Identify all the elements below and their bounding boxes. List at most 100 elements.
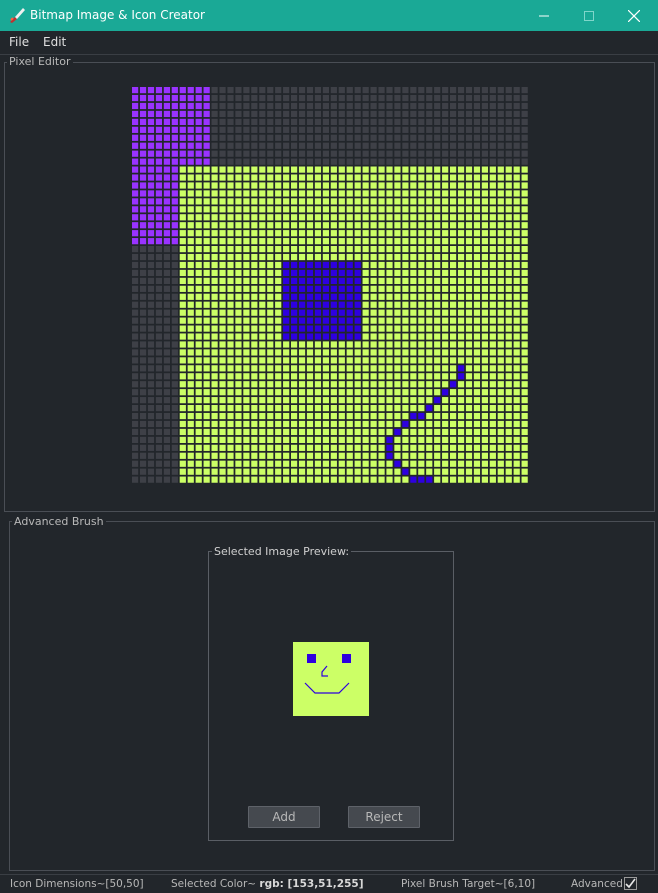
pixel-cell[interactable] bbox=[147, 381, 155, 388]
pixel-cell[interactable] bbox=[139, 293, 147, 300]
pixel-cell[interactable] bbox=[291, 102, 298, 110]
pixel-cell[interactable] bbox=[235, 158, 242, 165]
pixel-cell[interactable] bbox=[394, 214, 401, 221]
pixel-cell[interactable] bbox=[251, 142, 258, 149]
pixel-cell[interactable] bbox=[314, 397, 322, 404]
pixel-cell[interactable] bbox=[489, 230, 496, 237]
pixel-cell[interactable] bbox=[330, 397, 337, 404]
pixel-cell[interactable] bbox=[163, 460, 170, 467]
pixel-cell[interactable] bbox=[394, 309, 401, 316]
pixel-cell[interactable] bbox=[410, 198, 417, 205]
pixel-cell[interactable] bbox=[147, 357, 155, 364]
pixel-cell[interactable] bbox=[195, 293, 202, 300]
pixel-cell[interactable] bbox=[505, 285, 512, 292]
pixel-cell[interactable] bbox=[132, 293, 139, 300]
pixel-cell[interactable] bbox=[132, 150, 139, 157]
pixel-cell[interactable] bbox=[426, 301, 433, 308]
pixel-cell[interactable] bbox=[171, 214, 178, 221]
pixel-cell[interactable] bbox=[227, 246, 234, 253]
pixel-cell[interactable] bbox=[521, 222, 528, 229]
pixel-cell[interactable] bbox=[203, 405, 210, 412]
pixel-cell[interactable] bbox=[513, 452, 520, 459]
pixel-cell[interactable] bbox=[227, 476, 234, 483]
pixel-cell[interactable] bbox=[354, 222, 361, 229]
pixel-cell[interactable] bbox=[211, 397, 218, 404]
pixel-cell[interactable] bbox=[155, 118, 163, 125]
pixel-cell[interactable] bbox=[330, 285, 337, 292]
pixel-cell[interactable] bbox=[211, 87, 218, 94]
pixel-cell[interactable] bbox=[457, 238, 465, 245]
pixel-cell[interactable] bbox=[402, 126, 409, 133]
pixel-cell[interactable] bbox=[195, 309, 202, 316]
pixel-cell[interactable] bbox=[386, 436, 393, 443]
pixel-cell[interactable] bbox=[219, 261, 226, 269]
pixel-cell[interactable] bbox=[354, 87, 361, 94]
pixel-cell[interactable] bbox=[259, 238, 266, 245]
pixel-cell[interactable] bbox=[354, 405, 361, 412]
pixel-cell[interactable] bbox=[147, 428, 155, 436]
pixel-cell[interactable] bbox=[473, 102, 481, 110]
pixel-cell[interactable] bbox=[473, 253, 481, 261]
pixel-cell[interactable] bbox=[497, 325, 504, 332]
pixel-cell[interactable] bbox=[251, 333, 258, 340]
pixel-cell[interactable] bbox=[171, 381, 178, 388]
pixel-cell[interactable] bbox=[346, 174, 353, 181]
pixel-cell[interactable] bbox=[473, 317, 481, 324]
pixel-cell[interactable] bbox=[473, 428, 481, 436]
pixel-cell[interactable] bbox=[362, 158, 369, 165]
pixel-cell[interactable] bbox=[251, 277, 258, 284]
pixel-cell[interactable] bbox=[521, 468, 528, 475]
pixel-cell[interactable] bbox=[187, 301, 194, 308]
pixel-cell[interactable] bbox=[298, 452, 306, 459]
pixel-cell[interactable] bbox=[314, 285, 322, 292]
pixel-cell[interactable] bbox=[139, 405, 147, 412]
pixel-cell[interactable] bbox=[132, 118, 139, 125]
pixel-cell[interactable] bbox=[521, 476, 528, 483]
pixel-cell[interactable] bbox=[354, 158, 361, 165]
pixel-cell[interactable] bbox=[322, 87, 329, 94]
pixel-cell[interactable] bbox=[171, 238, 178, 245]
pixel-cell[interactable] bbox=[187, 158, 194, 165]
pixel-cell[interactable] bbox=[481, 174, 488, 181]
pixel-cell[interactable] bbox=[513, 253, 520, 261]
pixel-cell[interactable] bbox=[370, 198, 377, 205]
pixel-cell[interactable] bbox=[354, 253, 361, 261]
pixel-cell[interactable] bbox=[322, 230, 329, 237]
pixel-cell[interactable] bbox=[259, 389, 266, 396]
pixel-cell[interactable] bbox=[291, 293, 298, 300]
pixel-cell[interactable] bbox=[346, 269, 353, 277]
pixel-cell[interactable] bbox=[163, 206, 170, 213]
pixel-cell[interactable] bbox=[338, 190, 345, 197]
pixel-cell[interactable] bbox=[163, 452, 170, 459]
pixel-cell[interactable] bbox=[203, 198, 210, 205]
pixel-cell[interactable] bbox=[450, 142, 457, 149]
pixel-cell[interactable] bbox=[322, 118, 329, 125]
pixel-cell[interactable] bbox=[139, 436, 147, 443]
pixel-cell[interactable] bbox=[171, 269, 178, 277]
pixel-cell[interactable] bbox=[354, 166, 361, 173]
pixel-cell[interactable] bbox=[489, 341, 496, 348]
pixel-cell[interactable] bbox=[426, 158, 433, 165]
pixel-cell[interactable] bbox=[418, 341, 425, 348]
pixel-cell[interactable] bbox=[306, 452, 314, 459]
pixel-cell[interactable] bbox=[283, 373, 290, 380]
pixel-cell[interactable] bbox=[418, 412, 425, 420]
pixel-cell[interactable] bbox=[235, 397, 242, 404]
pixel-cell[interactable] bbox=[473, 309, 481, 316]
pixel-cell[interactable] bbox=[155, 126, 163, 133]
pixel-cell[interactable] bbox=[362, 134, 369, 141]
pixel-cell[interactable] bbox=[171, 460, 178, 467]
pixel-cell[interactable] bbox=[179, 333, 186, 340]
pixel-cell[interactable] bbox=[195, 317, 202, 324]
pixel-cell[interactable] bbox=[442, 325, 449, 332]
pixel-cell[interactable] bbox=[505, 198, 512, 205]
pixel-cell[interactable] bbox=[394, 293, 401, 300]
pixel-cell[interactable] bbox=[338, 269, 345, 277]
pixel-cell[interactable] bbox=[132, 412, 139, 420]
pixel-cell[interactable] bbox=[386, 468, 393, 475]
pixel-cell[interactable] bbox=[370, 94, 377, 102]
pixel-cell[interactable] bbox=[394, 420, 401, 428]
pixel-cell[interactable] bbox=[434, 166, 441, 173]
pixel-cell[interactable] bbox=[203, 444, 210, 451]
pixel-cell[interactable] bbox=[322, 166, 329, 173]
